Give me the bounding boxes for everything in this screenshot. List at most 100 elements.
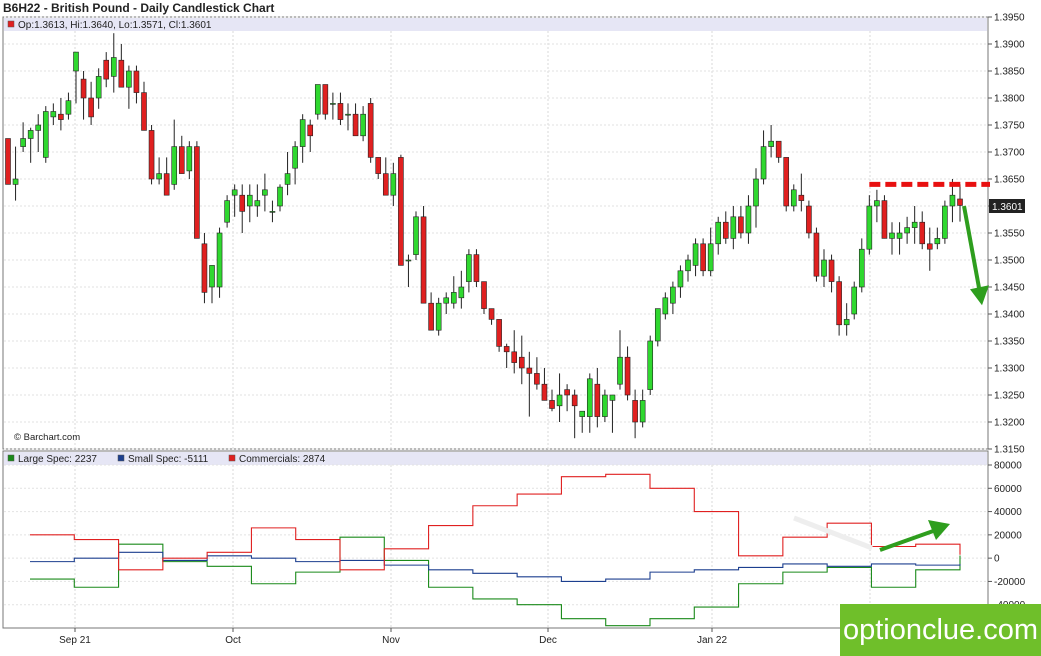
candle-body — [775, 140, 782, 158]
candle-body — [904, 227, 910, 234]
cot-legend-label: Commercials: 2874 — [239, 454, 326, 465]
candle — [314, 84, 321, 120]
candle-body — [277, 186, 283, 207]
candle-body — [919, 221, 926, 245]
price-tick-label: 1.3850 — [994, 67, 1025, 78]
candle-body — [511, 351, 518, 363]
candle-body — [858, 248, 865, 288]
candle-body — [481, 281, 487, 309]
candle-body — [707, 243, 714, 272]
candle-body — [428, 302, 434, 331]
candle — [420, 206, 427, 304]
candle-body — [526, 367, 533, 374]
candle-body — [269, 211, 276, 213]
candle-body — [730, 216, 737, 239]
cot-panel — [2, 450, 989, 629]
cot-legend-label: Small Spec: -5111 — [128, 454, 209, 465]
candle-body — [299, 119, 306, 147]
price-tick-label: 1.3800 — [994, 94, 1025, 105]
candle-body — [957, 198, 963, 206]
x-tick-label: Dec — [539, 635, 557, 646]
candle-body — [745, 205, 752, 234]
candle-body — [738, 216, 744, 234]
candle-body — [753, 178, 759, 207]
cot-legend: Large Spec: 2237 Small Spec: -5111 Commerc… — [7, 454, 326, 465]
candle-body — [654, 308, 661, 342]
candle — [216, 227, 223, 298]
candle-body — [813, 232, 820, 277]
candle — [322, 84, 329, 120]
x-tick-label: Sep 21 — [59, 635, 91, 646]
candle-body — [579, 410, 586, 417]
x-tick-label: Nov — [382, 635, 400, 646]
cot-tick-label: 20000 — [994, 530, 1022, 541]
candle-body — [88, 97, 94, 118]
price-tick-label: 1.3900 — [994, 40, 1025, 51]
candle-body — [80, 78, 87, 99]
price-tick-label: 1.3250 — [994, 391, 1025, 402]
candle — [806, 200, 812, 239]
candle-body — [790, 189, 797, 207]
candle — [148, 125, 155, 185]
candle — [473, 249, 480, 287]
candle-body — [586, 378, 593, 417]
candle-body — [881, 200, 888, 239]
candle — [700, 238, 706, 277]
candle-body — [692, 243, 699, 266]
candle — [435, 297, 442, 336]
candle-body — [896, 232, 903, 239]
candle-body — [405, 259, 412, 262]
source-label: © Barchart.com — [14, 432, 80, 443]
price-tick-label: 1.3150 — [994, 445, 1025, 456]
candle-body — [571, 394, 578, 407]
price-tick-label: 1.3950 — [994, 13, 1025, 24]
candle — [194, 141, 200, 239]
candle — [813, 227, 820, 282]
chart-svg: Op:1.3613, Hi:1.3640, Lo:1.3571, Cl:1.36… — [2, 13, 1026, 646]
candle-body — [624, 356, 631, 396]
candle-body — [466, 254, 472, 282]
candle — [851, 281, 858, 320]
candle-body — [715, 221, 722, 245]
candle — [881, 195, 888, 239]
candle-body — [27, 130, 34, 139]
cot-legend-swatch — [228, 454, 236, 462]
cot-tick-label: 80000 — [994, 461, 1022, 472]
candle-body — [602, 394, 608, 417]
candle-body — [314, 84, 321, 115]
candle-body — [889, 232, 895, 239]
last-price-label: 1.3601 — [992, 202, 1023, 213]
candle — [201, 233, 208, 304]
candle-body — [473, 254, 480, 282]
ohlc-legend-swatch — [7, 20, 15, 28]
candle-body — [367, 103, 374, 158]
candle — [367, 98, 374, 163]
candle-body — [148, 130, 155, 180]
candle-body — [836, 281, 842, 326]
candle-body — [534, 373, 540, 385]
candle-body — [413, 216, 419, 255]
cot-y-axis: 800006000040000200000-20000-40000 — [988, 461, 1026, 611]
candle — [5, 138, 11, 185]
candle-body — [163, 173, 170, 196]
candle-body — [677, 270, 684, 288]
candle-body — [866, 205, 873, 250]
cot-tick-label: 40000 — [994, 507, 1022, 518]
candle-body — [821, 259, 827, 277]
candle-body — [700, 243, 706, 272]
candle-body — [768, 140, 774, 147]
cot-legend-swatch — [117, 454, 125, 462]
candle-body — [549, 400, 555, 409]
candle-body — [488, 308, 495, 320]
candle-body — [141, 92, 147, 131]
price-tick-label: 1.3550 — [994, 229, 1025, 240]
cot-legend-swatch — [7, 454, 15, 462]
candle-body — [851, 286, 858, 315]
x-tick-label: Oct — [225, 635, 241, 646]
candle-body — [12, 178, 19, 185]
candle-body — [126, 70, 132, 88]
candle-body — [398, 157, 404, 266]
candle — [42, 106, 49, 163]
price-tick-label: 1.3300 — [994, 364, 1025, 375]
price-y-axis: 1.3950 1.3900 1.3850 1.3800 1.3750 1.3700 1.36… — [988, 13, 1025, 456]
